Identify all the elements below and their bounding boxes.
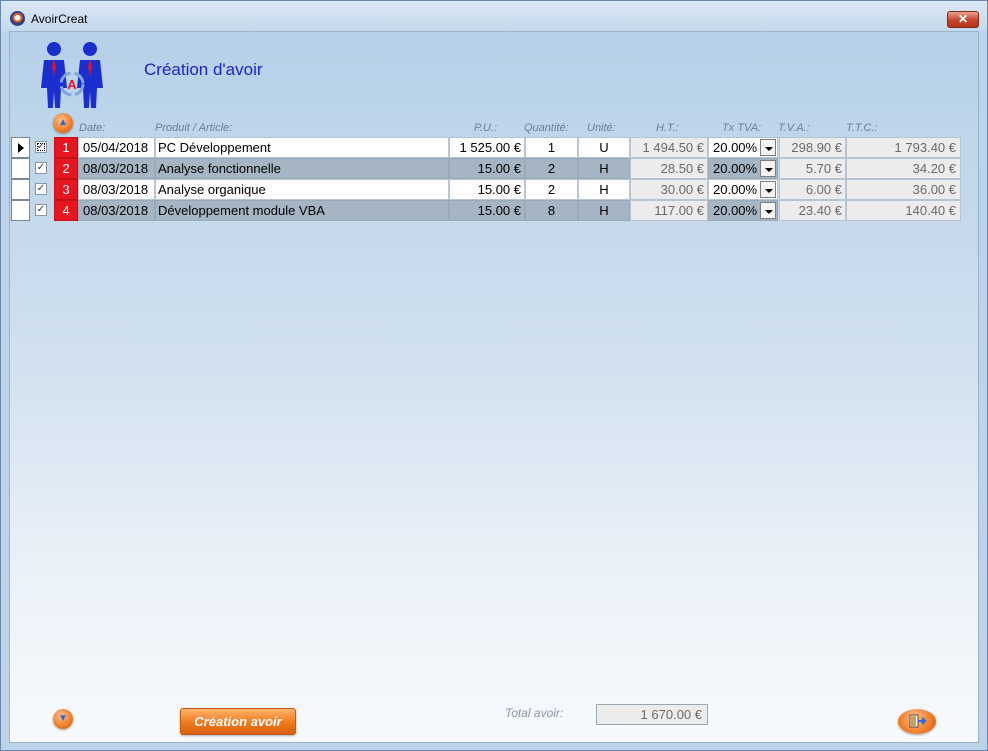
checkbox-cell: ✓ [32,179,53,200]
product-field[interactable]: Analyse organique [155,179,449,200]
close-button[interactable]: ✕ [947,11,979,28]
form-client-area: A Création d'avoir ▲ Date: Produit / Art… [9,31,979,743]
line-number: 3 [54,179,78,200]
table-row[interactable]: ✓ 2 08/03/2018 Analyse fonctionnelle 15.… [11,158,961,179]
row-checkbox[interactable]: ✓ [35,162,47,174]
current-record-icon [18,143,24,153]
line-number: 2 [54,158,78,179]
move-down-button[interactable]: ▼ [53,709,73,729]
header-tva: T.V.A.: [778,122,810,134]
ttc-field: 36.00 € [846,179,961,200]
checkbox-cell: ✓ [32,137,53,158]
unit-field[interactable]: U [578,137,630,158]
record-selector[interactable] [11,200,30,221]
tva-field: 6.00 € [779,179,846,200]
product-field[interactable]: Développement module VBA [155,200,449,221]
header-ht: H.T.: [656,122,679,134]
ht-field: 117.00 € [630,200,708,221]
table-row[interactable]: ✓ 1 05/04/2018 PC Développement 1 525.00… [11,137,961,158]
create-avoir-button[interactable]: Création avoir [180,708,296,735]
product-field[interactable]: Analyse fonctionnelle [155,158,449,179]
header-unit-price: P.U.: [474,122,498,134]
date-field[interactable]: 08/03/2018 [78,158,155,179]
form-title: Création d'avoir [144,60,263,79]
close-icon: ✕ [957,12,969,26]
table-row[interactable]: ✓ 3 08/03/2018 Analyse organique 15.00 €… [11,179,961,200]
unit-field[interactable]: H [578,200,630,221]
chevron-down-icon[interactable] [760,139,776,156]
record-selector[interactable] [11,137,30,158]
window: AvoirCreat ✕ A Création d'avoir ▲ Date: … [0,0,988,751]
tx-tva-select[interactable]: 20.00% [708,200,778,221]
chevron-down-icon[interactable] [760,160,776,177]
record-selector[interactable] [11,158,30,179]
title-bar[interactable]: AvoirCreat ✕ [1,1,987,31]
logo-letter: A [67,77,77,92]
chevron-down-icon[interactable] [760,181,776,198]
header-product: Produit / Article: [155,122,233,134]
date-field[interactable]: 08/03/2018 [78,200,155,221]
ht-field: 1 494.50 € [630,137,708,158]
total-value: 1 670.00 € [596,704,708,725]
table-row[interactable]: ✓ 4 08/03/2018 Développement module VBA … [11,200,961,221]
ht-field: 28.50 € [630,158,708,179]
checkbox-cell: ✓ [32,158,53,179]
arrow-down-icon: ▼ [58,713,68,724]
tva-field: 23.40 € [779,200,846,221]
product-field[interactable]: PC Développement [155,137,449,158]
tva-field: 298.90 € [779,137,846,158]
quantity-field[interactable]: 2 [525,158,578,179]
tx-tva-select[interactable]: 20.00% [708,137,778,158]
row-checkbox[interactable]: ✓ [35,204,47,216]
line-number: 1 [54,137,78,158]
app-icon [10,11,25,26]
header-tx-tva: Tx TVA: [722,122,762,134]
checkbox-cell: ✓ [32,200,53,221]
arrow-up-icon: ▲ [58,117,68,128]
tx-tva-select[interactable]: 20.00% [708,158,778,179]
ttc-field: 140.40 € [846,200,961,221]
window-title: AvoirCreat [31,12,88,26]
tx-tva-select[interactable]: 20.00% [708,179,778,200]
move-up-button[interactable]: ▲ [53,113,73,133]
exit-button[interactable] [898,709,936,734]
tva-field: 5.70 € [779,158,846,179]
quantity-field[interactable]: 1 [525,137,578,158]
date-field[interactable]: 08/03/2018 [78,179,155,200]
row-checkbox[interactable]: ✓ [35,183,47,195]
exit-door-icon [909,714,927,728]
unit-price-field[interactable]: 15.00 € [449,158,525,179]
tx-tva-value: 20.00% [713,182,758,197]
date-field[interactable]: 05/04/2018 [78,137,155,158]
logo-icon: A [41,42,103,108]
unit-price-field[interactable]: 15.00 € [449,200,525,221]
header-ttc: T.T.C.: [846,122,878,134]
tx-tva-value: 20.00% [713,161,758,176]
tx-tva-value: 20.00% [713,203,758,218]
quantity-field[interactable]: 2 [525,179,578,200]
row-checkbox[interactable]: ✓ [35,141,47,153]
unit-field[interactable]: H [578,179,630,200]
unit-field[interactable]: H [578,158,630,179]
ht-field: 30.00 € [630,179,708,200]
ttc-field: 34.20 € [846,158,961,179]
unit-price-field[interactable]: 15.00 € [449,179,525,200]
header-unit: Unité: [587,122,616,134]
quantity-field[interactable]: 8 [525,200,578,221]
ttc-field: 1 793.40 € [846,137,961,158]
total-label: Total avoir: [505,706,564,720]
line-number: 4 [54,200,78,221]
record-selector[interactable] [11,179,30,200]
tx-tva-value: 20.00% [713,140,758,155]
header-date: Date: [79,122,106,134]
header-quantity: Quantité: [524,122,569,134]
unit-price-field[interactable]: 1 525.00 € [449,137,525,158]
chevron-down-icon[interactable] [760,202,776,219]
